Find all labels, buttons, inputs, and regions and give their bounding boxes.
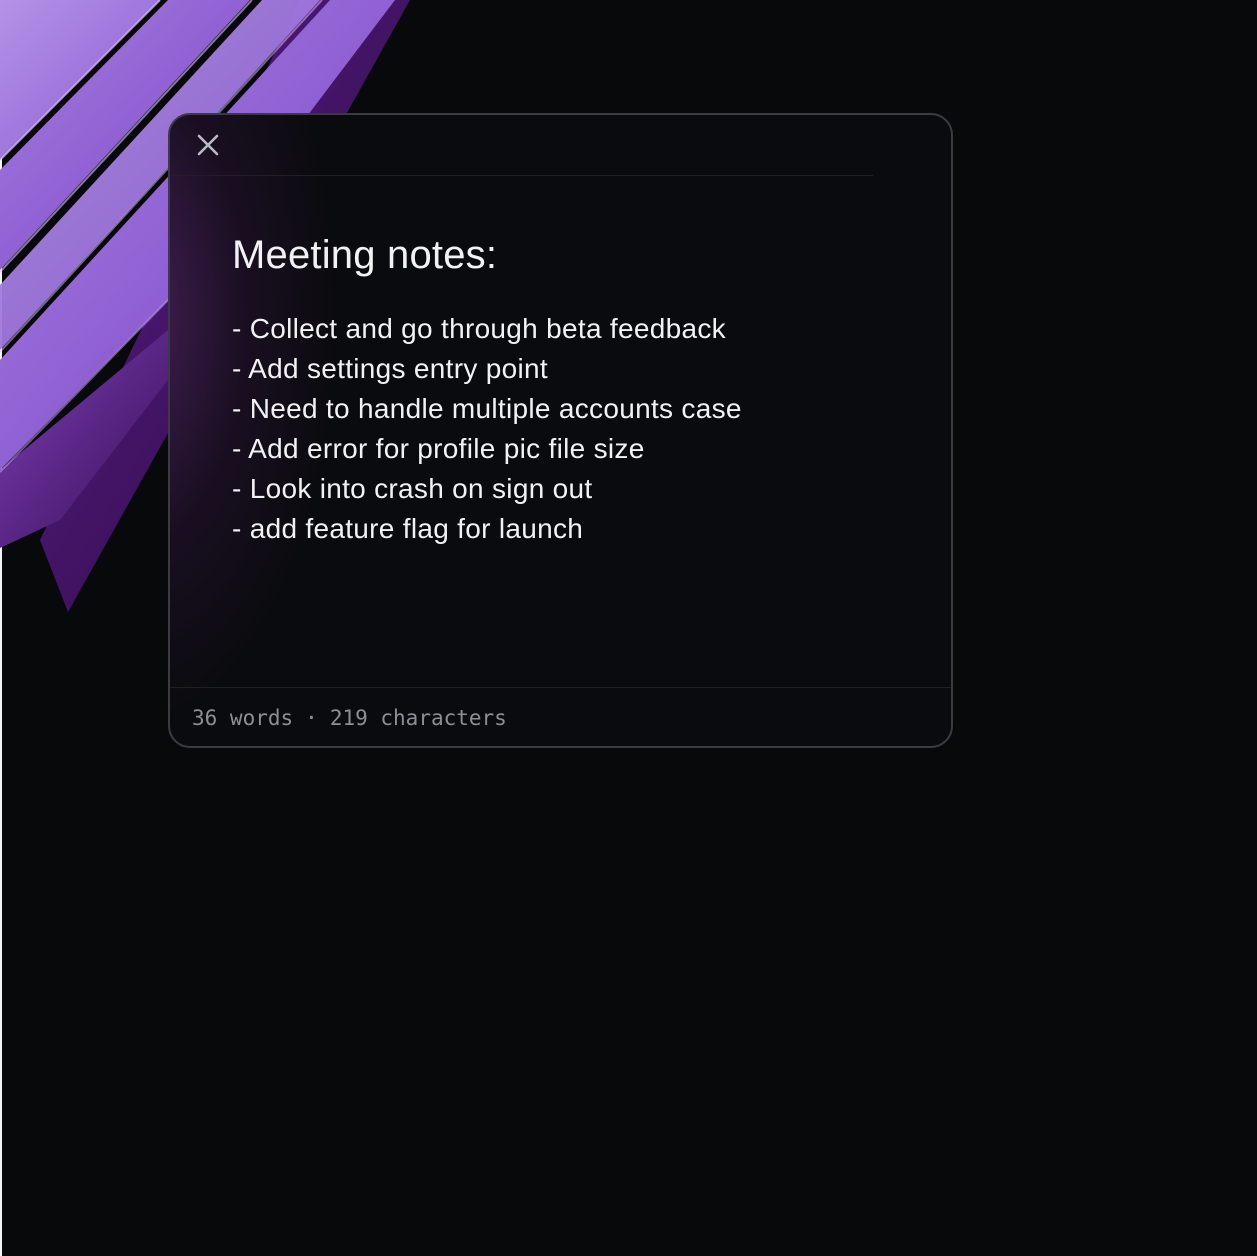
note-editor[interactable]: Meeting notes: - Collect and go through … <box>232 225 912 549</box>
note-line: - add feature flag for launch <box>232 513 584 544</box>
note-line: - Need to handle multiple accounts case <box>232 393 742 424</box>
title-divider <box>170 175 873 176</box>
note-line: - Add settings entry point <box>232 353 548 384</box>
note-line: - Add error for profile pic file size <box>232 433 645 464</box>
close-button[interactable] <box>194 131 222 159</box>
note-line: - Collect and go through beta feedback <box>232 313 726 344</box>
window-titlebar <box>170 115 951 177</box>
footer-divider <box>170 687 951 688</box>
close-icon <box>197 134 219 156</box>
status-bar: 36 words · 219 characters <box>192 703 507 733</box>
word-count: 36 words <box>192 706 294 730</box>
character-count: 219 characters <box>329 706 507 730</box>
note-title: Meeting notes: <box>232 233 498 277</box>
separator-dot: · <box>305 706 318 730</box>
note-line: - Look into crash on sign out <box>232 473 593 504</box>
notes-window: Meeting notes: - Collect and go through … <box>168 113 953 748</box>
